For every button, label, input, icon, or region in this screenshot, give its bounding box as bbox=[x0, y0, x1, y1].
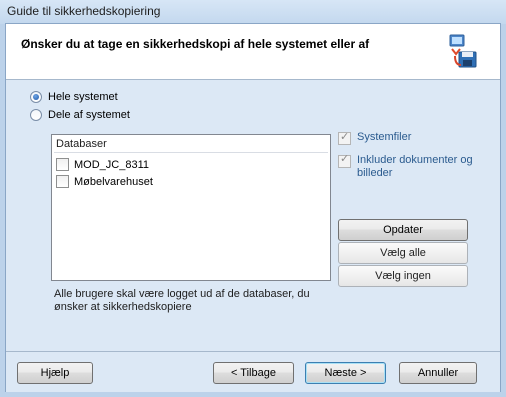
database-item[interactable]: MOD_JC_8311 bbox=[56, 158, 149, 171]
wizard-header: Ønsker du at tage en sikkerhedskopi af h… bbox=[6, 24, 500, 80]
select-none-button[interactable]: Vælg ingen bbox=[338, 265, 468, 287]
systemfiles-label: Systemfiler bbox=[357, 131, 412, 143]
update-button[interactable]: Opdater bbox=[338, 219, 468, 241]
database-checkbox[interactable] bbox=[56, 158, 69, 171]
divider bbox=[54, 152, 328, 153]
help-button[interactable]: Hjælp bbox=[17, 362, 93, 384]
next-button[interactable]: Næste > bbox=[305, 362, 386, 384]
database-checkbox[interactable] bbox=[56, 175, 69, 188]
radio-circle[interactable] bbox=[30, 109, 42, 121]
radio-entire-system[interactable]: Hele systemet bbox=[30, 91, 118, 103]
logout-note: Alle brugere skal være logget ud af de d… bbox=[54, 288, 310, 313]
include-documents-checkbox bbox=[338, 153, 351, 168]
wizard-window: Ønsker du at tage en sikkerhedskopi af h… bbox=[5, 23, 501, 392]
option-systemfiles: Systemfiler bbox=[338, 130, 412, 145]
title-bar: Guide til sikkerhedskopiering bbox=[0, 0, 506, 24]
radio-entire-system-label: Hele systemet bbox=[48, 91, 118, 103]
backup-computer-icon bbox=[449, 34, 477, 68]
systemfiles-checkbox bbox=[338, 130, 351, 145]
radio-part-of-system-label: Dele af systemet bbox=[48, 109, 130, 121]
database-item[interactable]: Møbelvarehuset bbox=[56, 175, 153, 188]
window-title: Guide til sikkerhedskopiering bbox=[7, 4, 161, 18]
include-documents-label: Inkluder dokumenter og billeder bbox=[357, 154, 473, 179]
database-list-header: Databaser bbox=[56, 138, 107, 150]
wizard-footer: Hjælp < Tilbage Næste > Annuller bbox=[6, 352, 500, 392]
database-item-label: MOD_JC_8311 bbox=[74, 158, 149, 171]
radio-circle-selected[interactable] bbox=[30, 91, 42, 103]
radio-part-of-system[interactable]: Dele af systemet bbox=[30, 109, 130, 121]
database-list[interactable]: Databaser MOD_JC_8311 Møbelvarehuset bbox=[51, 134, 331, 281]
database-item-label: Møbelvarehuset bbox=[74, 175, 153, 188]
back-button[interactable]: < Tilbage bbox=[213, 362, 294, 384]
wizard-question: Ønsker du at tage en sikkerhedskopi af h… bbox=[21, 37, 370, 51]
select-all-button[interactable]: Vælg alle bbox=[338, 242, 468, 264]
cancel-button[interactable]: Annuller bbox=[399, 362, 477, 384]
option-include-documents: Inkluder dokumenter og billeder bbox=[338, 153, 498, 180]
